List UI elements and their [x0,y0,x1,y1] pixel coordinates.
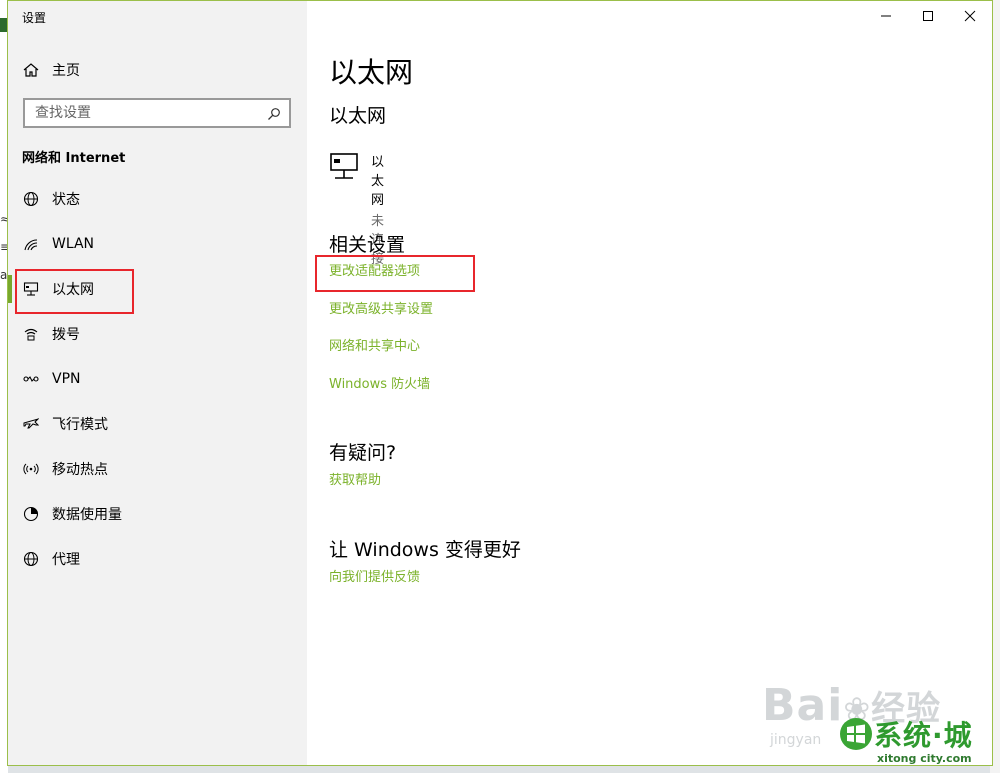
wifi-icon [23,236,39,252]
sidebar-item-label: VPN [52,371,81,387]
ethernet-adapter-icon [329,151,363,181]
home-label: 主页 [52,63,80,79]
globe-status-icon [23,191,39,207]
watermark-baidu-text: Bai [762,680,844,731]
sidebar-item-data-usage[interactable]: 数据使用量 [8,494,307,534]
windows-firewall-link[interactable]: Windows 防火墙 [329,373,430,392]
close-button[interactable] [947,1,992,31]
home-icon [22,61,40,79]
active-indicator [8,275,12,303]
close-icon [964,10,976,22]
sidebar-item-airplane[interactable]: 飞行模式 [8,404,307,444]
sidebar-item-status[interactable]: 状态 [8,179,307,219]
sidebar-item-label: 飞行模式 [52,417,108,433]
adapter-name: 以太网 [371,155,385,208]
windows-logo-icon [840,718,872,750]
window-title: 设置 [22,11,47,25]
site-logo: 系统·城 [838,711,973,757]
sidebar-item-label: 移动热点 [52,462,108,478]
search-input[interactable] [25,101,267,125]
sidebar: 设置 主页 网络和 Internet 状态 WLAN [8,1,307,765]
sidebar-item-label: 数据使用量 [52,507,122,523]
minimize-button[interactable] [863,1,909,31]
settings-window: 设置 主页 网络和 Internet 状态 WLAN [7,0,993,766]
globe-proxy-icon [23,551,39,567]
sidebar-item-proxy[interactable]: 代理 [8,539,307,579]
sidebar-item-wlan[interactable]: WLAN [8,224,307,264]
get-help-link[interactable]: 获取帮助 [329,469,381,488]
advanced-sharing-link[interactable]: 更改高级共享设置 [329,298,433,317]
site-url: xitong city.com [877,752,972,765]
improve-title: 让 Windows 变得更好 [329,539,521,561]
sidebar-item-label: 拨号 [52,327,80,343]
airplane-icon [23,416,39,432]
section-title: 网络和 Internet [22,151,126,166]
watermark-jingyan: jingyan [770,732,822,748]
search-box[interactable] [23,98,291,128]
dialup-icon [23,326,39,342]
search-icon[interactable] [267,106,281,120]
ethernet-heading: 以太网 [329,105,387,127]
site-logo-text: 系统·城 [874,719,973,752]
minimize-icon [881,15,891,17]
home-nav[interactable]: 主页 [22,58,80,82]
sidebar-item-label: 状态 [52,192,80,208]
question-title: 有疑问? [329,442,397,464]
hotspot-icon [23,461,39,477]
sidebar-item-label: WLAN [52,236,95,252]
maximize-icon [923,11,933,21]
highlight-box [15,269,134,314]
vpn-icon [23,371,39,387]
sidebar-item-label: 代理 [52,552,80,568]
sidebar-item-dialup[interactable]: 拨号 [8,314,307,354]
sidebar-item-vpn[interactable]: VPN [8,359,307,399]
related-settings-title: 相关设置 [329,234,406,256]
sidebar-item-hotspot[interactable]: 移动热点 [8,449,307,489]
network-sharing-center-link[interactable]: 网络和共享中心 [329,335,420,354]
maximize-button[interactable] [905,1,951,31]
data-usage-icon [23,506,39,522]
page-title: 以太网 [329,56,414,89]
feedback-link[interactable]: 向我们提供反馈 [329,566,420,585]
highlight-box [315,255,475,292]
